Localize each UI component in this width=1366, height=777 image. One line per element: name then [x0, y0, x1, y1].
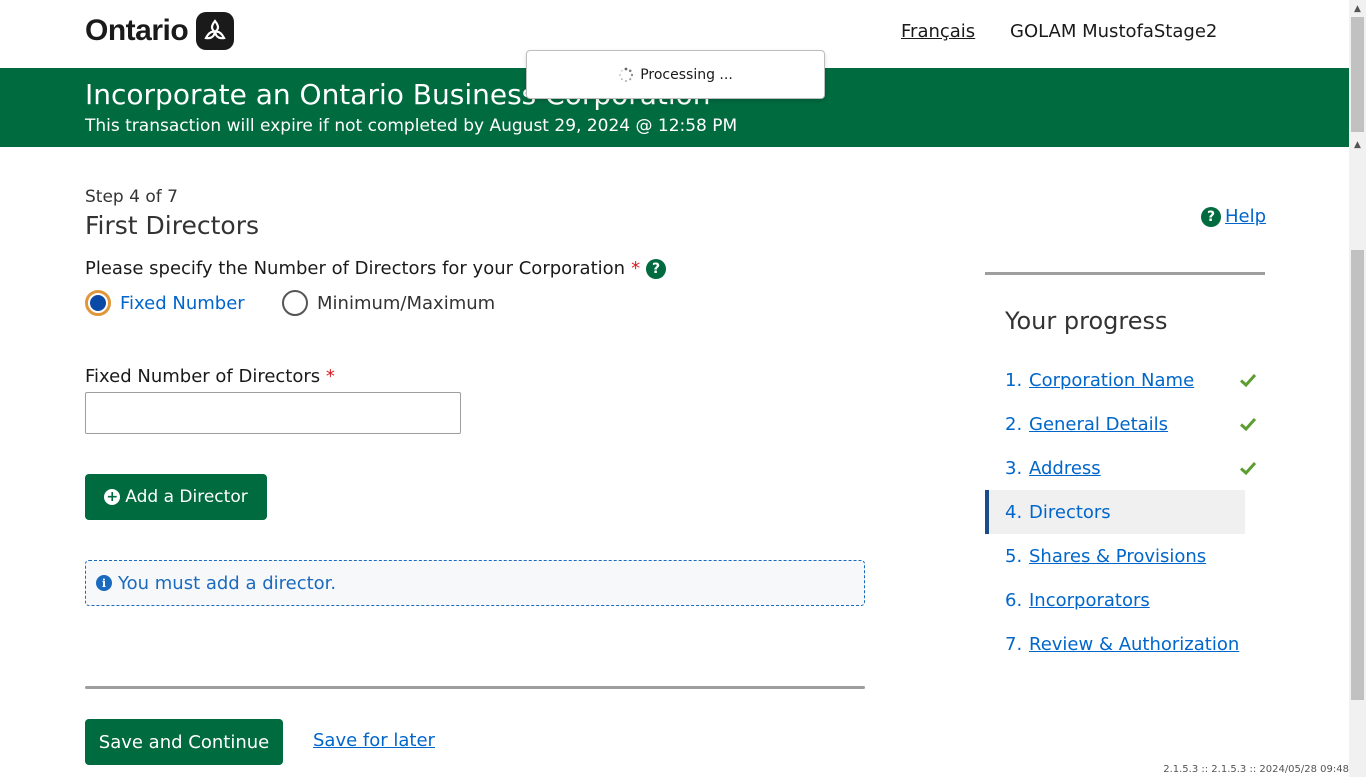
required-marker: *: [325, 366, 335, 387]
radio-label-fixed-number: Fixed Number: [120, 292, 245, 314]
question-label: Please specify the Number of Directors f…: [85, 258, 626, 279]
progress-step-general-details[interactable]: 2. General Details: [985, 402, 1257, 446]
progress-title: Your progress: [1005, 307, 1168, 335]
plus-circle-icon: +: [104, 489, 121, 505]
save-for-later-link[interactable]: Save for later: [313, 730, 435, 751]
checkmark-icon: [1239, 461, 1257, 476]
directors-question: Please specify the Number of Directors f…: [85, 258, 667, 279]
step-number: 7.: [1005, 633, 1023, 655]
processing-label: Processing ...: [640, 66, 733, 83]
step-number: 6.: [1005, 589, 1023, 611]
checkmark-icon: [1239, 373, 1257, 388]
info-message: You must add a director.: [118, 572, 337, 594]
step-indicator: Step 4 of 7: [85, 187, 178, 207]
spinner-icon: [619, 67, 634, 82]
add-director-button[interactable]: + Add a Director: [85, 474, 267, 520]
save-and-continue-button[interactable]: Save and Continue: [85, 719, 283, 765]
step-link[interactable]: Corporation Name: [1029, 370, 1194, 391]
help-label: Help: [1225, 206, 1267, 227]
step-number: 3.: [1005, 457, 1023, 479]
trillium-icon: [196, 12, 235, 50]
add-director-label: Add a Director: [125, 487, 248, 507]
step-number: 5.: [1005, 545, 1023, 567]
radio-fixed-number[interactable]: Fixed Number: [85, 290, 245, 316]
step-number: 2.: [1005, 413, 1023, 435]
user-name[interactable]: GOLAM MustofaStage2: [1010, 21, 1217, 42]
progress-step-shares-provisions[interactable]: 5. Shares & Provisions: [985, 534, 1245, 578]
help-link[interactable]: ? Help: [1201, 206, 1266, 227]
fixed-number-input[interactable]: [85, 392, 461, 434]
radio-minimum-maximum[interactable]: Minimum/Maximum: [282, 290, 495, 316]
radio-button-unselected[interactable]: [282, 290, 308, 316]
question-circle-icon: ?: [1201, 206, 1221, 227]
scrollbar-thumb[interactable]: [1351, 250, 1364, 700]
fixed-number-label-text: Fixed Number of Directors: [85, 366, 321, 387]
radio-label-minimum-maximum: Minimum/Maximum: [317, 292, 496, 314]
progress-step-incorporators[interactable]: 6. Incorporators: [985, 578, 1245, 622]
processing-dialog: Processing ...: [526, 50, 825, 99]
scrollbar-thumb-top[interactable]: [1351, 17, 1364, 132]
progress-step-review-authorization[interactable]: 7. Review & Authorization: [985, 622, 1245, 666]
section-divider: [85, 686, 865, 689]
scroll-up-arrow-icon[interactable]: ▲: [1349, 138, 1366, 152]
step-number: 4.: [1005, 501, 1023, 523]
fixed-number-label: Fixed Number of Directors *: [85, 366, 335, 387]
required-marker: *: [631, 258, 641, 279]
info-alert: i You must add a director.: [85, 560, 865, 606]
step-link[interactable]: Address: [1029, 458, 1101, 479]
page-title: First Directors: [85, 211, 260, 240]
step-link[interactable]: Review & Authorization: [1029, 634, 1239, 655]
progress-step-address[interactable]: 3. Address: [985, 446, 1257, 490]
step-link[interactable]: Incorporators: [1029, 590, 1150, 611]
progress-step-corporation-name[interactable]: 1. Corporation Name: [985, 358, 1257, 402]
progress-divider: [985, 272, 1265, 275]
ontario-logo[interactable]: Ontario: [85, 12, 235, 50]
step-link[interactable]: General Details: [1029, 414, 1168, 435]
step-link[interactable]: Shares & Provisions: [1029, 546, 1206, 567]
step-number: 1.: [1005, 369, 1023, 391]
language-toggle-link[interactable]: Français: [901, 21, 975, 42]
scroll-up-arrow-icon[interactable]: ▲: [1349, 0, 1366, 17]
checkmark-icon: [1239, 417, 1257, 432]
progress-list: 1. Corporation Name 2. General Details 3…: [985, 358, 1257, 666]
vertical-scrollbar[interactable]: ▲ ▲: [1349, 0, 1366, 777]
logo-text: Ontario: [85, 14, 189, 47]
radio-button-selected[interactable]: [85, 290, 111, 316]
info-icon: i: [96, 575, 112, 591]
progress-step-directors-current: 4. Directors: [985, 490, 1245, 534]
version-info: 2.1.5.3 :: 2.1.5.3 :: 2024/05/28 09:48: [1163, 764, 1349, 775]
banner-expiry-notice: This transaction will expire if not comp…: [85, 116, 738, 136]
step-label-current: Directors: [1029, 501, 1111, 523]
question-help-icon[interactable]: ?: [646, 258, 667, 279]
